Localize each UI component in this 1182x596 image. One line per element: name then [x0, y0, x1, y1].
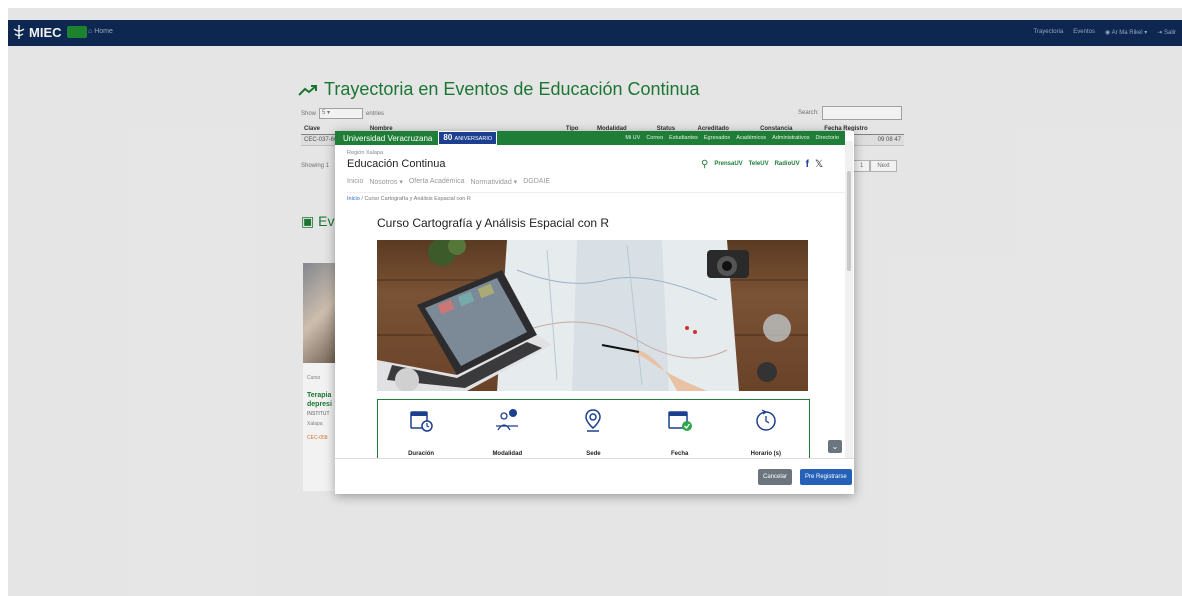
course-title: Curso Cartografía y Análisis Espacial co… [377, 216, 610, 230]
site-menu: Inicio Nosotros ▾ Oferta Académica Norma… [347, 178, 845, 186]
menu-nosotros[interactable]: Nosotros ▾ [369, 178, 402, 186]
calendar-check-icon [667, 411, 692, 431]
course-hero-image [377, 240, 808, 391]
menu-dgdaie[interactable]: DGDAIE [523, 178, 550, 186]
hero-illustration [377, 240, 808, 391]
anniversary-badge: 80 ANIVERSARIO [438, 131, 498, 145]
link-egresados[interactable]: Egresados [704, 135, 730, 141]
uv-top-links: Mi UV Correo Estudiantes Egresados Acadé… [625, 135, 845, 141]
pre-register-button[interactable]: Pre Registrarse [800, 469, 852, 485]
region-label: Región Xalapa [347, 150, 384, 156]
scroll-down-button[interactable]: ⌄ [828, 440, 842, 453]
info-duracion: Duración [386, 400, 456, 457]
modal-footer: Cancelar Pre Registrarse [335, 458, 854, 494]
search-icon[interactable]: ⚲ [701, 159, 708, 170]
scrollbar-thumb[interactable] [847, 171, 851, 271]
menu-normatividad[interactable]: Normatividad ▾ [470, 178, 517, 186]
calendar-clock-icon [410, 411, 433, 432]
uv-name[interactable]: Universidad Veracruzana [335, 134, 438, 143]
chevron-down-icon: ⌄ [831, 442, 839, 451]
course-info-box: Duración Modalidad Sede Fecha Horario (s… [377, 399, 810, 458]
info-sede: Sede [558, 400, 628, 457]
app-frame: MIEC __ ⌂ Home Trayectoria Eventos ◉ Ar … [8, 8, 1182, 596]
prensa-uv-link[interactable]: PrensaUV [714, 161, 742, 167]
uv-top-bar: Universidad Veracruzana 80 ANIVERSARIO M… [335, 131, 845, 145]
breadcrumb-home[interactable]: Inicio [347, 196, 360, 202]
breadcrumb-current: Curso Cartografía y Análisis Espacial co… [364, 196, 471, 202]
site-title[interactable]: Educación Continua [347, 158, 445, 170]
link-correo[interactable]: Correo [646, 135, 663, 141]
cancel-button[interactable]: Cancelar [758, 469, 793, 485]
info-horario: Horario (s) [731, 400, 801, 457]
link-estudiantes[interactable]: Estudiantes [669, 135, 698, 141]
breadcrumb: Inicio / Curso Cartografía y Análisis Es… [347, 192, 845, 202]
menu-oferta[interactable]: Oferta Académica [409, 178, 465, 186]
info-modalidad: Modalidad [472, 400, 542, 457]
tele-uv-link[interactable]: TeleUV [749, 161, 769, 167]
x-twitter-icon[interactable]: 𝕏 [815, 159, 823, 170]
radio-uv-link[interactable]: RadioUV [775, 161, 800, 167]
menu-inicio[interactable]: Inicio [347, 178, 363, 186]
chevron-down-icon: ▾ [513, 179, 518, 186]
presenter-icon [496, 409, 519, 431]
link-administrativos[interactable]: Administrativos [772, 135, 809, 141]
info-fecha: Fecha [645, 400, 715, 457]
link-mi-uv[interactable]: Mi UV [625, 135, 640, 141]
link-academicos[interactable]: Académicos [736, 135, 766, 141]
site-header: Educación Continua ⚲ PrensaUV TeleUV Rad… [347, 158, 845, 170]
modal-body: Universidad Veracruzana 80 ANIVERSARIO M… [335, 131, 845, 458]
chevron-down-icon: ▾ [399, 179, 403, 186]
location-pin-icon [585, 409, 602, 432]
modal-scrollbar[interactable] [845, 141, 853, 458]
site-tools: ⚲ PrensaUV TeleUV RadioUV f 𝕏 [701, 159, 823, 170]
course-modal: Universidad Veracruzana 80 ANIVERSARIO M… [335, 131, 854, 494]
facebook-icon[interactable]: f [806, 159, 809, 170]
clock-icon [756, 409, 776, 431]
link-directorio[interactable]: Directorio [815, 135, 839, 141]
